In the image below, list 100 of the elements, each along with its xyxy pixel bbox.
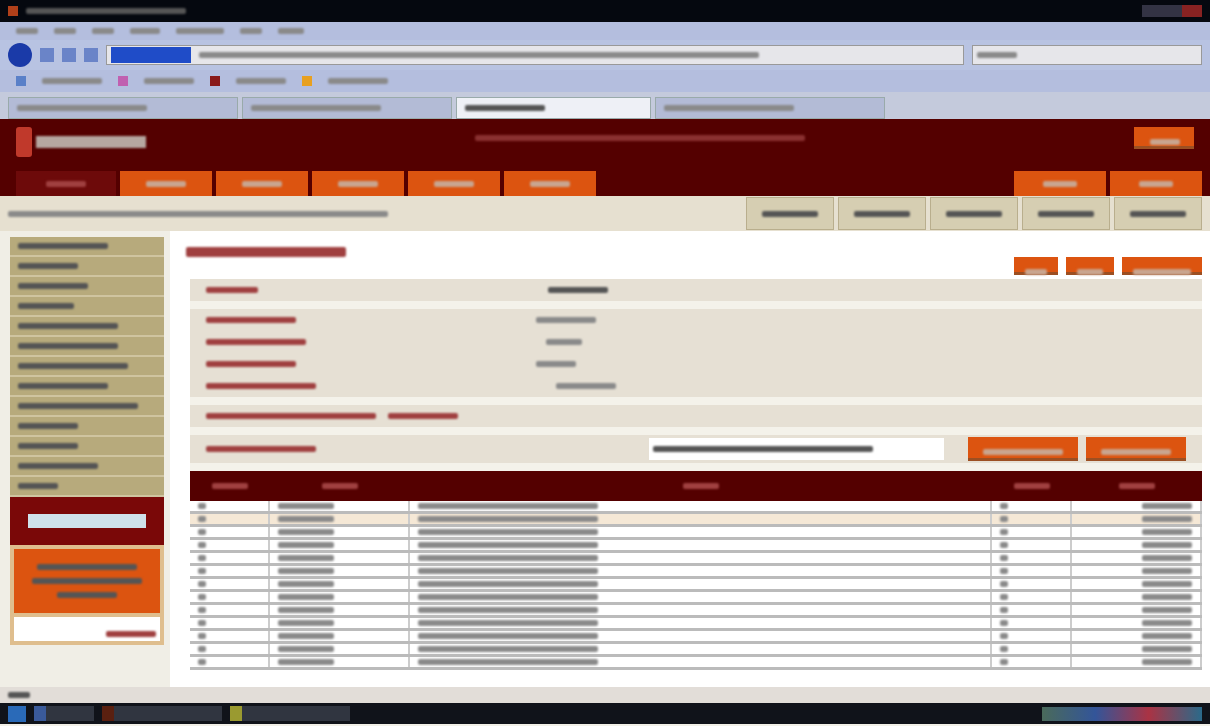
logout-button[interactable] [1134,127,1194,149]
illegible-text [236,78,286,84]
illegible-text [278,568,334,574]
bookmark-icon [302,76,312,86]
table-row[interactable] [190,605,1202,618]
taskbar-item[interactable] [230,706,350,721]
table-row[interactable] [190,644,1202,657]
illegible-text [206,287,258,293]
illegible-text [54,28,76,34]
illegible-text [1150,139,1180,145]
table-row[interactable] [190,540,1202,553]
illegible-text [278,581,334,587]
illegible-text [548,287,608,293]
bookmark-icon [118,76,128,86]
table-row[interactable] [190,579,1202,592]
illegible-text [18,483,58,489]
sidebar-link[interactable] [10,337,164,357]
window-icon [8,6,18,16]
sidebar-link[interactable] [10,237,164,257]
illegible-text [1142,594,1192,600]
illegible-text [1142,620,1192,626]
illegible-text [46,180,86,187]
nav-tab[interactable] [216,171,308,196]
action-button[interactable] [1122,257,1202,275]
toolbar-button[interactable] [746,197,834,230]
filter-button[interactable] [968,437,1078,461]
bookmark-icon [210,76,220,86]
illegible-text [18,443,78,449]
illegible-text [388,413,458,419]
column-header [1119,483,1155,489]
table-row[interactable] [190,566,1202,579]
illegible-text [278,529,334,535]
column-header [212,483,248,489]
illegible-text [18,283,88,289]
illegible-text [434,180,474,187]
sidebar-link[interactable] [10,377,164,397]
illegible-text [338,180,378,187]
illegible-text [278,659,334,665]
illegible-text [1142,607,1192,613]
table-row[interactable] [190,618,1202,631]
illegible-text [176,28,224,34]
nav-tab[interactable] [16,171,116,196]
illegible-text [278,607,334,613]
toolbar-button[interactable] [1022,197,1110,230]
nav-tab[interactable] [120,171,212,196]
illegible-text [242,180,282,187]
illegible-text [18,303,74,309]
action-button[interactable] [1066,257,1114,275]
sidebar-link[interactable] [10,477,164,497]
taskbar-item[interactable] [34,706,94,721]
illegible-text [278,555,334,561]
search-field[interactable] [972,45,1202,65]
table-row[interactable] [190,514,1202,527]
illegible-text [1142,529,1192,535]
illegible-text [106,631,156,637]
browser-tab[interactable] [456,97,651,119]
illegible-text [144,78,194,84]
sidebar-link[interactable] [10,317,164,337]
illegible-text [1038,210,1094,217]
illegible-text [1142,581,1192,587]
filter-button[interactable] [1086,437,1186,461]
table-row[interactable] [190,657,1202,670]
sidebar-link[interactable] [10,277,164,297]
sidebar-link[interactable] [10,357,164,377]
illegible-text [278,646,334,652]
illegible-text [546,339,582,345]
illegible-text [328,78,388,84]
table-row[interactable] [190,501,1202,514]
search-field[interactable] [649,438,944,460]
sidebar-link[interactable] [10,257,164,277]
address-bar[interactable] [106,45,964,65]
illegible-text [762,210,818,217]
illegible-text [18,263,78,269]
sidebar-link[interactable] [10,437,164,457]
nav-tab[interactable] [408,171,500,196]
table-row[interactable] [190,592,1202,605]
illegible-text [8,692,30,698]
nav-tab[interactable] [504,171,596,196]
table-row[interactable] [190,553,1202,566]
illegible-text [18,423,78,429]
illegible-text [1101,449,1171,455]
sidebar-link[interactable] [10,457,164,477]
nav-tab[interactable] [312,171,404,196]
column-header [322,483,358,489]
illegible-text [16,28,38,34]
toolbar-button[interactable] [930,197,1018,230]
illegible-text [854,210,910,217]
start-button-icon[interactable] [8,705,26,722]
illegible-text [130,28,160,34]
table-row[interactable] [190,527,1202,540]
table-row[interactable] [190,631,1202,644]
toolbar-button[interactable] [1114,197,1202,230]
login-field[interactable] [28,514,146,528]
illegible-text [146,180,186,187]
sidebar-link[interactable] [10,297,164,317]
window-controls-icon [1142,5,1202,17]
toolbar-button[interactable] [838,197,926,230]
sidebar-link[interactable] [10,417,164,437]
sidebar-link[interactable] [10,397,164,417]
action-button[interactable] [1014,257,1058,275]
